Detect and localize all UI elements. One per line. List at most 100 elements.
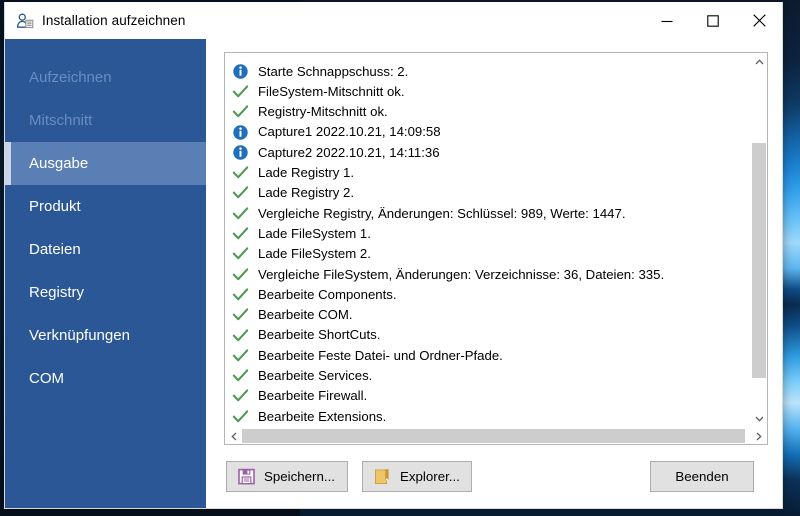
sidebar-item-com[interactable]: COM (5, 357, 206, 400)
log-row-text: Bearbeite Extensions. (258, 408, 387, 424)
sidebar-item-registry[interactable]: Registry (5, 271, 206, 314)
sidebar-item-mitschnitt[interactable]: Mitschnitt (5, 99, 206, 142)
check-icon (232, 308, 249, 321)
sidebar-item-ausgabe[interactable]: Ausgabe (5, 142, 206, 185)
horizontal-scroll-thumb[interactable] (242, 429, 745, 443)
sidebar-item-label: Verknüpfungen (29, 327, 130, 344)
sidebar-item-label: Registry (29, 284, 85, 301)
log-row-text: Lade Registry 2. (258, 185, 355, 201)
log-row-text: FileSystem-Mitschnitt ok. (258, 83, 405, 99)
log-row[interactable]: Capture2 2022.10.21, 14:11:36 (225, 142, 750, 162)
log-list: Starte Schnappschuss: 2. FileSystem-Mitsc… (225, 53, 750, 427)
save-button[interactable]: Speichern... (226, 461, 348, 492)
scroll-down-arrow[interactable] (751, 410, 767, 427)
vertical-scroll-thumb[interactable] (752, 143, 766, 378)
log-row[interactable]: Bearbeite Firewall. (225, 386, 750, 406)
log-row-text: Lade FileSystem 2. (258, 246, 371, 262)
check-icon (232, 227, 249, 240)
maximize-button[interactable] (690, 2, 736, 39)
info-icon (233, 145, 248, 160)
action-button-bar: Speichern... Explorer... Beenden (224, 445, 768, 508)
vertical-scrollbar[interactable] (750, 53, 767, 427)
output-log-listbox[interactable]: Starte Schnappschuss: 2. FileSystem-Mitsc… (224, 52, 768, 445)
sidebar-item-dateien[interactable]: Dateien (5, 228, 206, 271)
log-row-text: Vergleiche FileSystem, Änderungen: Verze… (258, 266, 665, 282)
log-row[interactable]: Vergleiche FileSystem, Änderungen: Verze… (225, 264, 750, 284)
log-list-viewport[interactable]: Starte Schnappschuss: 2. FileSystem-Mitsc… (225, 53, 750, 427)
quit-button-label: Beenden (675, 469, 729, 484)
log-row[interactable]: Starte Schnappschuss: 2. (225, 61, 750, 81)
listbox-viewport-row: Starte Schnappschuss: 2. FileSystem-Mitsc… (225, 53, 767, 427)
info-icon (233, 124, 248, 140)
floppy-disk-icon (238, 468, 255, 485)
sidebar-item-verknuepfungen[interactable]: Verknüpfungen (5, 314, 206, 357)
sidebar-item-label: COM (29, 370, 64, 387)
content-pane: Starte Schnappschuss: 2. FileSystem-Mitsc… (206, 39, 782, 508)
minimize-button[interactable] (644, 2, 690, 39)
check-icon (232, 410, 249, 422)
log-row[interactable]: Capture1 2022.10.21, 14:09:58 (225, 122, 750, 142)
scroll-up-arrow[interactable] (751, 53, 767, 70)
log-row[interactable]: Lade FileSystem 1. (225, 223, 750, 243)
scroll-left-arrow[interactable] (225, 428, 242, 444)
log-row-text: Vergleiche Registry, Änderungen: Schlüss… (258, 205, 626, 221)
check-icon (232, 369, 249, 382)
log-row[interactable]: Lade Registry 1. (225, 162, 750, 182)
check-icon (232, 247, 249, 260)
quit-button[interactable]: Beenden (650, 461, 754, 492)
log-row[interactable]: Vergleiche Registry, Änderungen: Schlüss… (225, 203, 750, 223)
title-bar: Installation aufzeichnen (5, 2, 782, 39)
horizontal-scrollbar[interactable] (225, 427, 767, 444)
log-row-text: Lade FileSystem 1. (258, 225, 371, 241)
save-button-label: Speichern... (264, 469, 335, 484)
horizontal-scroll-track[interactable] (242, 428, 750, 444)
user-record-icon (16, 13, 34, 28)
check-icon (232, 267, 249, 280)
log-row[interactable]: Bearbeite Services. (225, 365, 750, 385)
log-row[interactable]: Bearbeite Feste Datei- und Ordner-Pfade. (225, 345, 750, 365)
log-row-text: Bearbeite Services. (258, 368, 373, 383)
log-row-text: Starte Schnappschuss: 2. (258, 63, 409, 79)
log-row-text: Capture1 2022.10.21, 14:09:58 (258, 124, 441, 140)
explorer-button[interactable]: Explorer... (362, 461, 472, 492)
log-row[interactable]: Bearbeite COM. (225, 305, 750, 325)
check-icon (232, 349, 249, 362)
check-icon (232, 328, 249, 341)
log-row[interactable]: Lade Registry 2. (225, 183, 750, 203)
log-row-text: Bearbeite Components. (258, 286, 397, 302)
check-icon (232, 207, 249, 219)
sidebar-item-label: Produkt (29, 198, 81, 215)
sidebar-item-aufzeichnen[interactable]: Aufzeichnen (5, 56, 206, 99)
window-controls (644, 2, 782, 39)
sidebar-item-label: Dateien (29, 241, 81, 258)
application-window: Installation aufzeichnen Aufzeichnen Mit… (4, 2, 783, 509)
log-row[interactable]: Bearbeite Extensions. (225, 406, 750, 426)
scroll-right-arrow[interactable] (750, 428, 767, 444)
check-icon (232, 85, 249, 98)
log-row-text: Bearbeite Feste Datei- und Ordner-Pfade. (258, 347, 503, 363)
close-button[interactable] (736, 2, 782, 39)
log-row-text: Capture2 2022.10.21, 14:11:36 (258, 144, 440, 160)
log-row[interactable]: Registry-Mitschnitt ok. (225, 102, 750, 122)
log-row-text: Bearbeite Firewall. (258, 388, 368, 404)
vertical-scroll-track[interactable] (751, 70, 767, 410)
check-icon (232, 105, 249, 118)
log-row[interactable]: FileSystem-Mitschnitt ok. (225, 81, 750, 101)
window-body: Aufzeichnen Mitschnitt Ausgabe Produkt D… (5, 39, 782, 508)
sidebar-item-produkt[interactable]: Produkt (5, 185, 206, 228)
log-row[interactable]: Bearbeite ShortCuts. (225, 325, 750, 345)
folder-icon (375, 469, 389, 484)
log-row[interactable] (225, 426, 750, 427)
sidebar-item-label: Ausgabe (29, 155, 89, 172)
explorer-button-label: Explorer... (400, 469, 460, 484)
log-row-text: Bearbeite ShortCuts. (258, 327, 381, 343)
check-icon (232, 288, 249, 301)
sidebar-item-label: Mitschnitt (29, 112, 93, 129)
log-row[interactable]: Lade FileSystem 2. (225, 244, 750, 264)
info-icon (233, 63, 248, 79)
log-row-text: Lade Registry 1. (258, 165, 355, 181)
window-title: Installation aufzeichnen (42, 13, 186, 28)
navigation-sidebar: Aufzeichnen Mitschnitt Ausgabe Produkt D… (5, 39, 206, 508)
log-row[interactable]: Bearbeite Components. (225, 284, 750, 304)
log-row-text: Bearbeite COM. (258, 307, 353, 323)
